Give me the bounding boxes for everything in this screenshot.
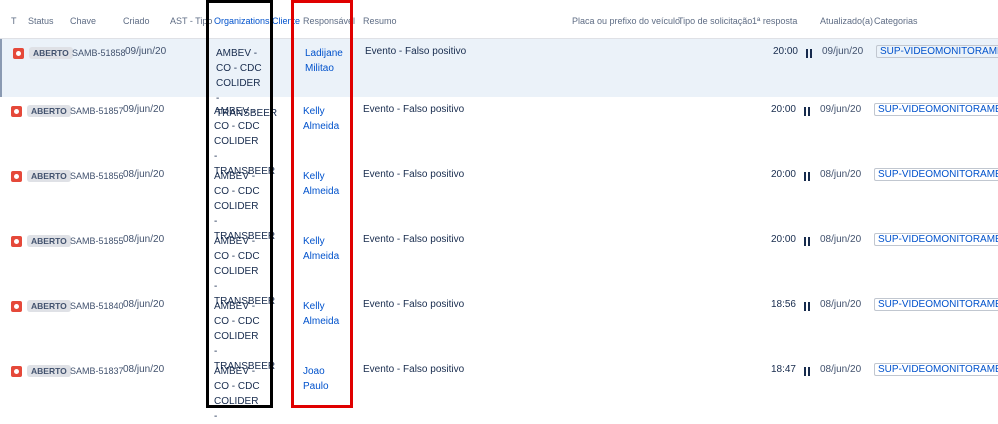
category-tag[interactable]: SUP-VIDEOMONITORAMENTO: [874, 298, 998, 311]
table-row[interactable]: ABERTO SAMB-51858 09/jun/20 AMBEV - CO - CD…: [0, 39, 998, 119]
pause-icon: [806, 49, 812, 58]
issue-key-link[interactable]: SAMB-51857: [70, 106, 124, 116]
created-date: 08/jun/20: [123, 299, 165, 310]
summary-link[interactable]: Evento - Falso positivo: [363, 364, 464, 375]
col-header-first-response[interactable]: 1ª resposta: [752, 16, 797, 26]
first-response-time: 20:00: [772, 46, 798, 57]
table-row[interactable]: ABERTO SAMB-51837 08/jun/20 AMBEV - CO - CD…: [0, 357, 998, 422]
first-response-time: 18:56: [770, 299, 796, 310]
table-row[interactable]: ABERTO SAMB-51840 08/jun/20 AMBEV - CO - CD…: [0, 292, 998, 372]
col-header-summary[interactable]: Resumo: [363, 16, 397, 26]
pause-icon: [804, 367, 810, 376]
summary-link[interactable]: Evento - Falso positivo: [363, 299, 464, 310]
category-tag[interactable]: SUP-VIDEOMONITORAMENTO: [874, 103, 998, 116]
first-response-time: 20:00: [770, 104, 796, 115]
col-header-updated[interactable]: Atualizado(a): [820, 16, 873, 26]
issue-key-link[interactable]: SAMB-51855: [70, 236, 124, 246]
created-date: 08/jun/20: [123, 364, 165, 375]
status-badge[interactable]: ABERTO: [27, 105, 71, 117]
table-header: T Status Chave Criado AST - Tipo Organiz…: [0, 0, 998, 38]
bug-type-icon[interactable]: [13, 48, 24, 59]
created-date: 09/jun/20: [123, 104, 165, 115]
summary-link[interactable]: Evento - Falso positivo: [363, 234, 464, 245]
updated-date: 08/jun/20: [820, 169, 862, 180]
first-response-time: 20:00: [770, 169, 796, 180]
table-row[interactable]: ABERTO SAMB-51855 08/jun/20 AMBEV - CO - CD…: [0, 227, 998, 307]
updated-date: 09/jun/20: [822, 46, 864, 57]
created-date: 08/jun/20: [123, 234, 165, 245]
category-tag[interactable]: SUP-VIDEOMONITORAMENTO: [876, 45, 998, 58]
updated-date: 08/jun/20: [820, 299, 862, 310]
first-response-time: 20:00: [770, 234, 796, 245]
col-header-plate[interactable]: Placa ou prefixo do veículo: [572, 16, 680, 26]
first-response-time: 18:47: [770, 364, 796, 375]
status-badge[interactable]: ABERTO: [27, 235, 71, 247]
issue-key-link[interactable]: SAMB-51856: [70, 171, 124, 181]
updated-date: 08/jun/20: [820, 364, 862, 375]
category-tag[interactable]: SUP-VIDEOMONITORAMENTO: [874, 233, 998, 246]
pause-icon: [804, 237, 810, 246]
bug-type-icon[interactable]: [11, 236, 22, 247]
col-header-categories[interactable]: Categorias: [874, 16, 918, 26]
category-tag[interactable]: SUP-VIDEOMONITORAMENTO: [874, 363, 998, 376]
pause-icon: [804, 107, 810, 116]
pause-icon: [804, 302, 810, 311]
pause-icon: [804, 172, 810, 181]
bug-type-icon[interactable]: [11, 366, 22, 377]
col-header-type[interactable]: T: [11, 16, 17, 26]
bug-type-icon[interactable]: [11, 301, 22, 312]
organizations-highlight-box: [206, 0, 273, 408]
status-badge[interactable]: ABERTO: [29, 47, 73, 59]
col-header-status[interactable]: Status: [28, 16, 54, 26]
col-header-request-type[interactable]: Tipo de solicitação: [678, 16, 752, 26]
assignee-highlight-box: [291, 0, 353, 408]
updated-date: 09/jun/20: [820, 104, 862, 115]
col-header-created[interactable]: Criado: [123, 16, 150, 26]
col-header-key[interactable]: Chave: [70, 16, 96, 26]
status-badge[interactable]: ABERTO: [27, 365, 71, 377]
created-date: 08/jun/20: [123, 169, 165, 180]
bug-type-icon[interactable]: [11, 171, 22, 182]
created-date: 09/jun/20: [125, 46, 167, 57]
issue-key-link[interactable]: SAMB-51837: [70, 366, 124, 376]
summary-link[interactable]: Evento - Falso positivo: [363, 104, 464, 115]
status-badge[interactable]: ABERTO: [27, 300, 71, 312]
issue-key-link[interactable]: SAMB-51858: [72, 48, 126, 58]
summary-link[interactable]: Evento - Falso positivo: [365, 46, 466, 57]
summary-link[interactable]: Evento - Falso positivo: [363, 169, 464, 180]
issue-key-link[interactable]: SAMB-51840: [70, 301, 124, 311]
status-badge[interactable]: ABERTO: [27, 170, 71, 182]
updated-date: 08/jun/20: [820, 234, 862, 245]
table-row[interactable]: ABERTO SAMB-51857 09/jun/20 AMBEV - CO - CD…: [0, 97, 998, 177]
category-tag[interactable]: SUP-VIDEOMONITORAMENTO: [874, 168, 998, 181]
table-row[interactable]: ABERTO SAMB-51856 08/jun/20 AMBEV - CO - CD…: [0, 162, 998, 242]
bug-type-icon[interactable]: [11, 106, 22, 117]
